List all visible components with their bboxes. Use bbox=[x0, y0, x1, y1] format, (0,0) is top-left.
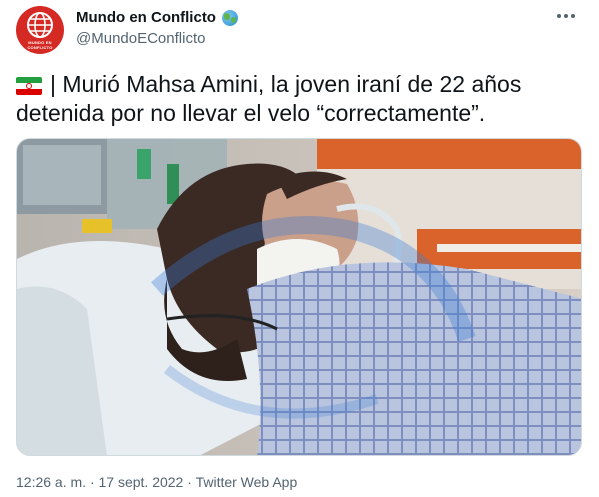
tweet-time[interactable]: 12:26 a. m. bbox=[16, 474, 86, 490]
globe-logo-icon bbox=[27, 11, 53, 38]
account-handle[interactable]: @MundoEConflicto bbox=[76, 30, 205, 47]
display-name[interactable]: Mundo en Conflicto bbox=[76, 9, 216, 26]
tweet-meta: 12:26 a. m. · 17 sept. 2022 · Twitter We… bbox=[16, 474, 297, 490]
iran-flag-icon bbox=[16, 77, 42, 95]
hospital-photo bbox=[17, 139, 581, 455]
meta-separator: · bbox=[89, 474, 95, 490]
globe-emoji-icon bbox=[221, 9, 238, 26]
tweet-text-container: | Murió Mahsa Amini, la joven iraní de 2… bbox=[16, 70, 576, 128]
more-options-icon[interactable] bbox=[553, 10, 579, 22]
tweet-source-app[interactable]: Twitter Web App bbox=[196, 474, 298, 490]
avatar-text: MUNDO EN CONFLICTO bbox=[27, 39, 53, 50]
avatar[interactable]: MUNDO EN CONFLICTO bbox=[16, 6, 64, 54]
account-name-row[interactable]: Mundo en Conflicto bbox=[76, 9, 238, 26]
tweet-photo[interactable] bbox=[16, 138, 582, 456]
tweet-text: | Murió Mahsa Amini, la joven iraní de 2… bbox=[16, 71, 522, 126]
tweet-date[interactable]: 17 sept. 2022 bbox=[99, 474, 184, 490]
tweet-card: MUNDO EN CONFLICTO Mundo en Conflicto @M… bbox=[0, 0, 599, 497]
meta-separator: · bbox=[187, 474, 192, 490]
